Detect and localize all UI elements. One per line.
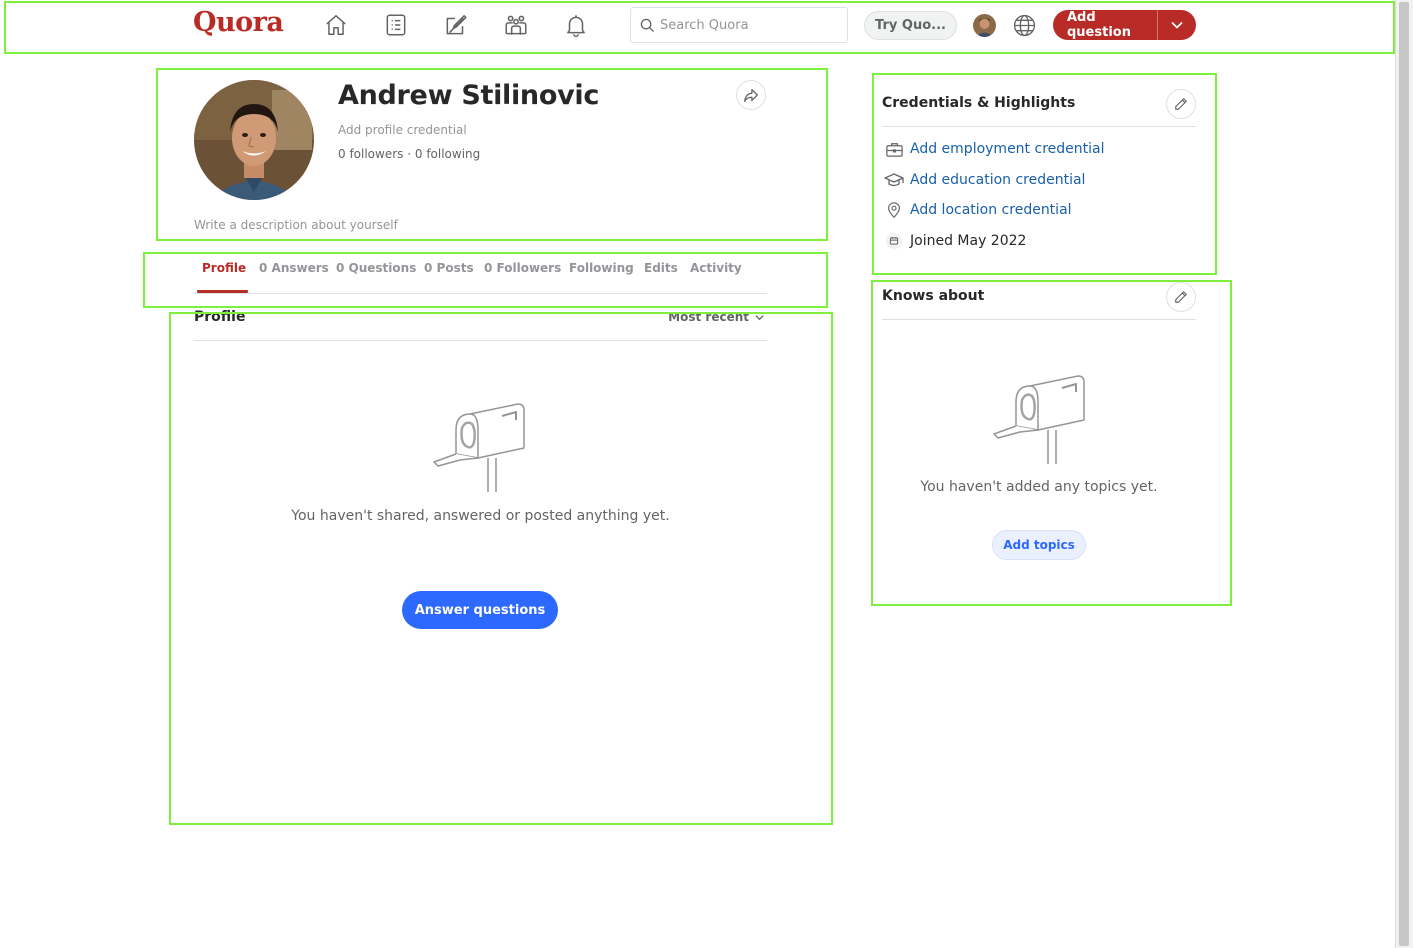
- credentials-divider: [882, 126, 1196, 127]
- profile-description-prompt[interactable]: Write a description about yourself: [194, 218, 398, 232]
- calendar-icon: [884, 231, 904, 251]
- annotation-box-feed: [169, 312, 833, 825]
- joined-date: Joined May 2022: [910, 233, 1027, 249]
- share-icon: [744, 88, 758, 102]
- active-tab-indicator: [197, 290, 248, 293]
- add-question-dropdown[interactable]: [1158, 10, 1196, 40]
- empty-feed-message: You haven't shared, answered or posted a…: [291, 508, 670, 524]
- tab-posts[interactable]: 0 Posts: [424, 261, 474, 275]
- knows-about-title: Knows about: [882, 288, 985, 304]
- tab-answers[interactable]: 0 Answers: [259, 261, 329, 275]
- add-employment-credential-link[interactable]: Add employment credential: [910, 141, 1104, 157]
- empty-mailbox-illustration: [993, 375, 1085, 464]
- location-pin-icon: [884, 200, 904, 220]
- add-education-credential-link[interactable]: Add education credential: [910, 172, 1085, 188]
- empty-mailbox-illustration: [433, 403, 525, 492]
- add-question-label[interactable]: Add question: [1053, 10, 1157, 40]
- home-icon[interactable]: [322, 11, 350, 39]
- counts-separator: ·: [403, 147, 415, 161]
- tab-profile[interactable]: Profile: [202, 261, 246, 275]
- sort-label: Most recent: [668, 310, 749, 324]
- follow-counts: 0 followers · 0 following: [338, 147, 480, 161]
- edit-credentials-button[interactable]: [1166, 89, 1196, 119]
- following-count[interactable]: 0 following: [415, 147, 480, 161]
- chevron-down-icon: [1171, 21, 1183, 29]
- page-scrollbar[interactable]: [1395, 0, 1413, 948]
- tab-questions[interactable]: 0 Questions: [336, 261, 416, 275]
- answer-questions-button[interactable]: Answer questions: [402, 591, 558, 629]
- graduation-cap-icon: [884, 170, 904, 190]
- pencil-icon: [1175, 291, 1187, 303]
- following-icon[interactable]: [382, 11, 410, 39]
- chevron-down-icon: [755, 314, 764, 320]
- knows-about-divider: [882, 319, 1196, 320]
- answer-icon[interactable]: [442, 11, 470, 39]
- sort-dropdown[interactable]: Most recent: [668, 310, 765, 324]
- scrollbar-thumb[interactable]: [1399, 2, 1409, 946]
- briefcase-icon: [884, 139, 904, 159]
- add-location-credential-link[interactable]: Add location credential: [910, 202, 1072, 218]
- location-credential-row[interactable]: Add location credential: [884, 200, 1072, 220]
- followers-count[interactable]: 0 followers: [338, 147, 403, 161]
- add-topics-button[interactable]: Add topics: [992, 530, 1086, 560]
- tab-followers[interactable]: 0 Followers: [484, 261, 561, 275]
- search-box[interactable]: [630, 7, 848, 43]
- add-profile-credential-link[interactable]: Add profile credential: [338, 123, 467, 137]
- profile-photo[interactable]: [194, 80, 314, 200]
- education-credential-row[interactable]: Add education credential: [884, 170, 1085, 190]
- credentials-title: Credentials & Highlights: [882, 95, 1076, 111]
- share-profile-button[interactable]: [736, 80, 766, 110]
- try-quora-button[interactable]: Try Quo...: [864, 11, 957, 40]
- feed-title: Profile: [194, 309, 246, 325]
- tab-activity[interactable]: Activity: [690, 261, 742, 275]
- user-avatar[interactable]: [973, 14, 996, 37]
- tab-edits[interactable]: Edits: [644, 261, 678, 275]
- search-input[interactable]: [660, 17, 840, 33]
- feed-header: Profile Most recent: [194, 309, 767, 341]
- language-globe-icon[interactable]: [1012, 13, 1037, 38]
- add-question-button[interactable]: Add question: [1053, 10, 1196, 40]
- profile-tabs: Profile 0 Answers 0 Questions 0 Posts 0 …: [194, 255, 767, 294]
- pencil-icon: [1175, 98, 1187, 110]
- spaces-icon[interactable]: [502, 11, 530, 39]
- employment-credential-row[interactable]: Add employment credential: [884, 139, 1104, 159]
- search-icon: [640, 18, 655, 32]
- profile-name: Andrew Stilinovic: [338, 80, 600, 111]
- quora-logo[interactable]: Quora: [193, 7, 284, 38]
- top-navigation-bar: Quora Try Quo... Add question: [0, 0, 1395, 52]
- empty-topics-message: You haven't added any topics yet.: [920, 479, 1158, 495]
- tab-following[interactable]: Following: [569, 261, 634, 275]
- joined-row: Joined May 2022: [884, 231, 1026, 251]
- edit-topics-button[interactable]: [1166, 282, 1196, 312]
- notifications-icon[interactable]: [562, 11, 590, 39]
